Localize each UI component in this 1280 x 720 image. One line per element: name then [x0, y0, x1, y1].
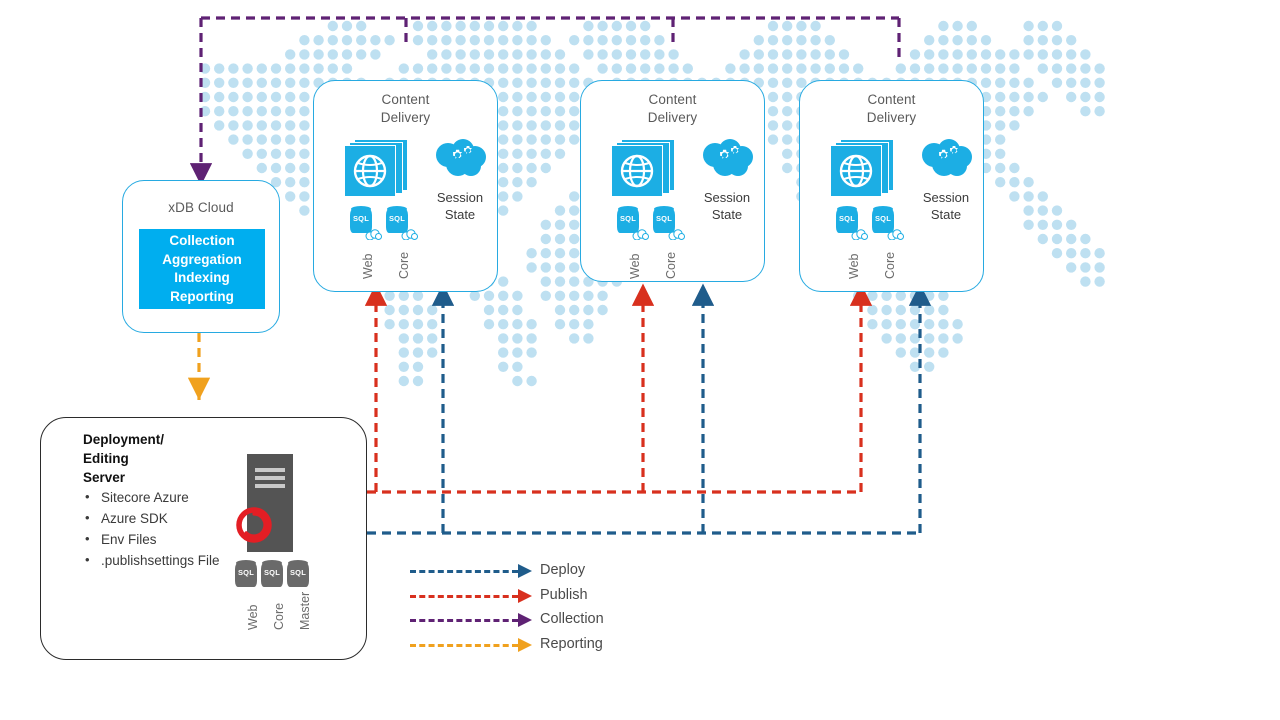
sql-badge: SQL — [237, 568, 255, 577]
sql-db-icon-web: SQL — [350, 205, 382, 240]
cd-2-db-label-web: Web — [628, 253, 642, 279]
deployment-title-line1: Deployment/ — [83, 432, 165, 447]
deployment-title-line2: Editing — [83, 451, 129, 466]
node-xdb-cloud[interactable]: xDB Cloud Collection Aggregation Indexin… — [122, 180, 280, 333]
legend-line-deploy — [410, 570, 518, 573]
xdb-panel-line-1: Collection — [169, 233, 235, 248]
sql-badge: SQL — [619, 214, 637, 223]
deployment-feature-list: Sitecore Azure Azure SDK Env Files .publ… — [83, 486, 220, 571]
cd-3-session-label-line2: State — [930, 207, 962, 222]
deployment-db-label-web: Web — [246, 604, 260, 630]
legend-arrow-reporting — [518, 637, 532, 652]
sql-db-icon-web: SQL — [836, 205, 868, 240]
globe-icon — [611, 139, 675, 197]
xdb-cloud-title: xDB Cloud — [168, 200, 234, 215]
list-item: Sitecore Azure — [83, 486, 220, 508]
sql-db-icon-core: SQL — [386, 205, 418, 240]
legend-arrow-collection — [518, 613, 532, 627]
node-content-delivery-1[interactable]: Content Delivery Session State SQL Web S… — [313, 80, 498, 292]
legend-line-reporting — [410, 643, 518, 647]
cd-1-title-line2: Delivery — [380, 110, 431, 125]
sql-db-icon-core: SQL — [872, 205, 904, 240]
legend-arrow-publish — [518, 588, 532, 603]
globe-icon — [830, 139, 894, 197]
cd-1-session-label-line1: Session — [436, 190, 484, 205]
cloud-gears-icon — [431, 139, 489, 181]
cloud-gears-icon — [698, 139, 756, 181]
sql-badge: SQL — [263, 568, 281, 577]
sql-badge: SQL — [388, 214, 406, 223]
sql-db-icon-master: SQL — [287, 559, 313, 593]
deployment-title-line3: Server — [83, 470, 126, 485]
xdb-panel-line-3: Indexing — [174, 270, 230, 285]
legend-label-collection: Collection — [540, 611, 604, 627]
legend-label-publish: Publish — [540, 586, 588, 603]
node-content-delivery-2[interactable]: Content Delivery Session State SQL Web S… — [580, 80, 765, 282]
cd-2-title-line2: Delivery — [647, 110, 698, 125]
cd-3-title-line1: Content — [867, 92, 916, 107]
deployment-db-label-master: Master — [298, 591, 312, 630]
xdb-panel-line-4: Reporting — [170, 288, 234, 304]
cd-3-db-label-web: Web — [847, 253, 861, 279]
node-deployment-editing-server[interactable]: Deployment/ Editing Server Sitecore Azur… — [40, 417, 367, 660]
sql-badge: SQL — [838, 214, 856, 223]
sql-badge: SQL — [352, 214, 370, 223]
cd-2-title-line1: Content — [648, 92, 697, 107]
sql-db-icon-core: SQL — [261, 559, 287, 593]
legend-label-reporting: Reporting — [540, 635, 603, 652]
legend-label-deploy: Deploy — [540, 562, 586, 578]
sql-badge: SQL — [289, 568, 307, 577]
sql-db-icon-core: SQL — [653, 205, 685, 240]
cd-1-session-label-line2: State — [444, 207, 476, 222]
cd-1-title-line1: Content — [381, 92, 430, 107]
cd-2-session-label-line1: Session — [703, 190, 751, 205]
deployment-db-label-core: Core — [272, 602, 286, 630]
cd-3-db-label-core: Core — [883, 251, 897, 279]
cd-2-db-label-core: Core — [664, 251, 678, 279]
legend-line-publish — [410, 594, 518, 598]
list-item: Env Files — [83, 528, 220, 550]
cd-2-session-label-line2: State — [711, 207, 743, 222]
cd-1-db-label-web: Web — [361, 253, 375, 279]
cd-3-title-line2: Delivery — [866, 110, 917, 125]
cd-1-db-label-core: Core — [397, 251, 411, 279]
diagram-canvas: xDB Cloud Collection Aggregation Indexin… — [0, 0, 1280, 720]
node-content-delivery-3[interactable]: Content Delivery Session State SQL Web S… — [799, 80, 984, 292]
sql-badge: SQL — [874, 214, 892, 223]
globe-icon — [344, 139, 408, 197]
sitecore-ring-icon — [236, 507, 272, 543]
legend-line-collection — [410, 619, 518, 622]
legend-arrow-deploy — [518, 564, 532, 578]
sql-db-icon-web: SQL — [235, 559, 261, 593]
xdb-panel-line-2: Aggregation — [162, 251, 242, 267]
cloud-gears-icon — [917, 139, 975, 181]
list-item: Azure SDK — [83, 507, 220, 529]
sql-badge: SQL — [655, 214, 673, 223]
xdb-cloud-panel: Collection Aggregation Indexing Reportin… — [139, 229, 265, 309]
cd-3-session-label-line1: Session — [922, 190, 970, 205]
sql-db-icon-web: SQL — [617, 205, 649, 240]
list-item: .publishsettings File — [83, 549, 220, 571]
